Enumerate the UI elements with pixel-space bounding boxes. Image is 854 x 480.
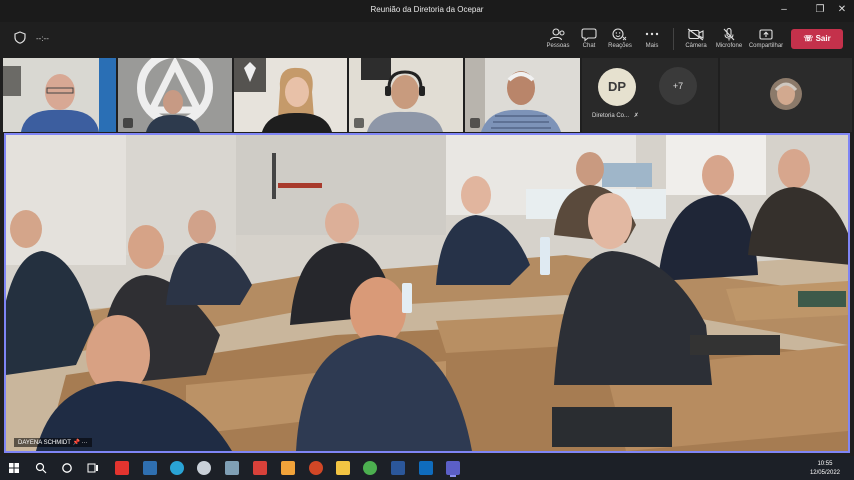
phone-hangup-icon: ☏ xyxy=(803,34,814,43)
edge-icon[interactable] xyxy=(170,461,184,475)
microphone-label: Microfone xyxy=(715,43,743,49)
share-icon xyxy=(759,29,773,40)
task-view-icon[interactable] xyxy=(87,462,99,474)
close-icon[interactable]: ✕ xyxy=(834,3,850,17)
window-title: Reunião da Diretoria da Ocepar xyxy=(370,5,484,14)
clock-time: 10:55 xyxy=(817,461,833,467)
more-label: Mais xyxy=(645,43,659,49)
mic-off-icon: ✗ xyxy=(633,113,639,119)
participant-video-image xyxy=(3,58,116,132)
avatar: DP xyxy=(598,68,636,106)
chrome-icon[interactable] xyxy=(363,461,377,475)
more-icon xyxy=(645,32,659,36)
calculator-icon[interactable] xyxy=(225,461,239,475)
participant-video-image xyxy=(465,58,580,132)
participant-video-image xyxy=(234,58,347,132)
pin-icon[interactable] xyxy=(354,118,364,128)
pin-icon[interactable] xyxy=(470,118,480,128)
participant-avatar-tile[interactable]: DP Diretoria Co... ✗ +7 xyxy=(582,58,718,132)
clock-date: 12/05/2022 xyxy=(809,470,840,476)
share-label: Compartilhar xyxy=(748,43,784,49)
search-icon[interactable] xyxy=(35,462,47,474)
file-explorer-icon[interactable] xyxy=(336,461,350,475)
meeting-timer: --:-- xyxy=(36,34,49,43)
title-bar: Reunião da Diretoria da Ocepar – ❐ ✕ xyxy=(0,0,854,22)
word-icon[interactable] xyxy=(391,461,405,475)
participant-strip: DP Diretoria Co... ✗ +7 xyxy=(0,56,854,132)
more-icon[interactable]: ··· xyxy=(82,440,88,446)
security-app-icon[interactable] xyxy=(253,461,267,475)
more-participants-button[interactable]: +7 xyxy=(659,67,697,105)
participant-video[interactable] xyxy=(465,58,580,132)
mic-off-icon xyxy=(723,27,735,41)
cortana-icon[interactable] xyxy=(61,462,73,474)
teams-icon[interactable] xyxy=(446,461,460,475)
microphone-button[interactable]: Microfone xyxy=(709,26,749,54)
system-clock[interactable]: 10:55 12/05/2022 xyxy=(810,460,840,478)
participant-video[interactable] xyxy=(349,58,463,132)
pin-icon[interactable] xyxy=(123,118,133,128)
pin-icon[interactable]: 📌 xyxy=(72,440,79,446)
participant-name: Diretoria Co... ✗ xyxy=(592,113,639,119)
shield-icon xyxy=(14,31,26,44)
cloud-app-icon[interactable] xyxy=(197,461,211,475)
participant-video-image xyxy=(349,58,463,132)
maximize-icon[interactable]: ❐ xyxy=(812,3,828,17)
minimize-icon[interactable]: – xyxy=(776,3,792,17)
more-button[interactable]: Mais xyxy=(632,26,672,54)
app-icon[interactable] xyxy=(281,461,295,475)
meeting-room-video xyxy=(6,135,848,451)
meeting-toolbar: --:-- Pessoas Chat Reações Mais Câmera M… xyxy=(0,22,854,56)
self-avatar xyxy=(770,78,802,110)
anydesk-icon[interactable] xyxy=(115,461,129,475)
outlook-icon[interactable] xyxy=(419,461,433,475)
participant-video[interactable] xyxy=(3,58,116,132)
share-button[interactable]: Compartilhar xyxy=(746,26,786,54)
app-icon[interactable] xyxy=(143,461,157,475)
toolbar-divider xyxy=(673,28,674,50)
leave-label: Sair xyxy=(815,34,831,43)
main-video[interactable]: DAYENA SCHMIDT 📌 ··· xyxy=(4,133,850,453)
leave-button[interactable]: ☏ Sair xyxy=(791,29,843,49)
taskbar: 10:55 12/05/2022 xyxy=(0,456,854,480)
participant-video-image xyxy=(118,58,232,132)
self-view[interactable] xyxy=(720,58,852,132)
participant-video[interactable] xyxy=(234,58,347,132)
participant-video[interactable] xyxy=(118,58,232,132)
powerpoint-icon[interactable] xyxy=(309,461,323,475)
windows-start-icon[interactable] xyxy=(9,463,19,473)
speaker-name-tag: DAYENA SCHMIDT 📌 ··· xyxy=(14,438,92,447)
